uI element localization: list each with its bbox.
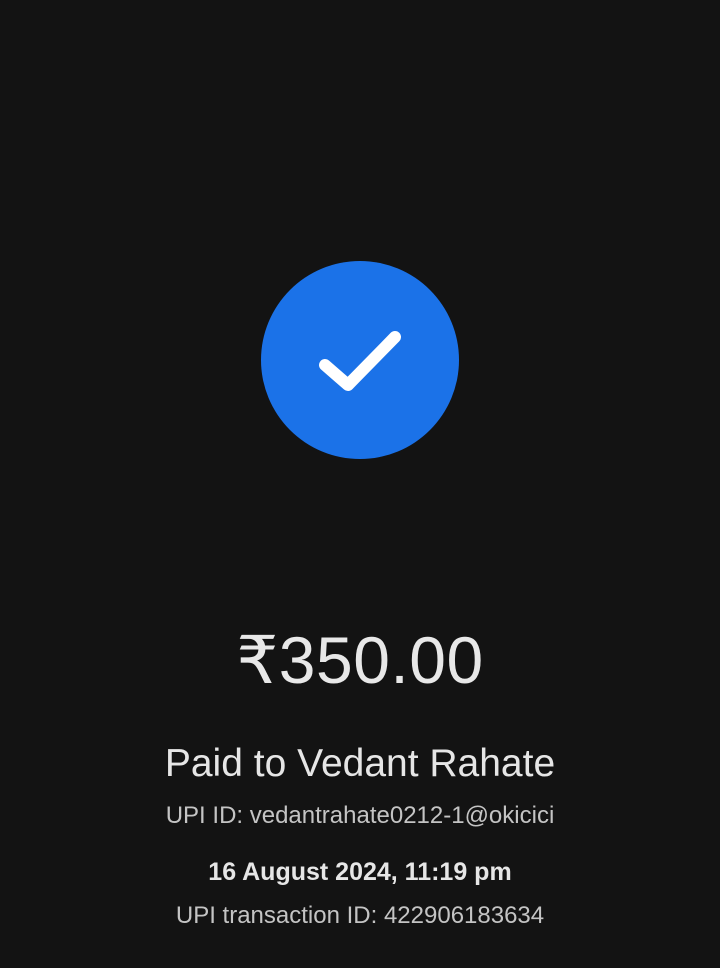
upi-transaction-id: UPI transaction ID: 422906183634 [175, 902, 545, 929]
payee-upi-id: UPI ID: vedantrahate0212-1@okicici [165, 802, 555, 829]
payment-amount: ₹350.00 [236, 623, 484, 697]
success-badge [261, 261, 459, 459]
payment-success-screen: ₹350.00 Paid to Vedant Rahate UPI ID: ve… [0, 0, 720, 968]
check-icon [319, 331, 401, 391]
payment-datetime: 16 August 2024, 11:19 pm [208, 858, 512, 886]
payee-name: Paid to Vedant Rahate [164, 742, 556, 785]
